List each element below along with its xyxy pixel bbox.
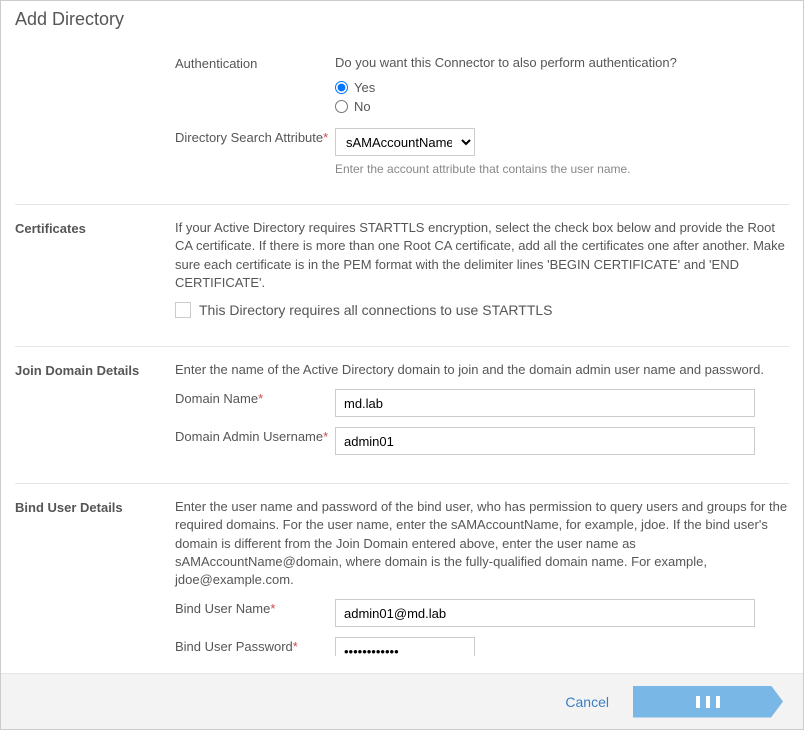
join-domain-heading: Join Domain Details <box>15 361 175 378</box>
domain-admin-username-input[interactable] <box>335 427 755 455</box>
bind-user-password-label: Bind User Password* <box>175 637 335 654</box>
domain-admin-username-label: Domain Admin Username* <box>175 427 335 444</box>
loading-stripe-icon <box>696 696 700 708</box>
auth-radio-yes-input[interactable] <box>335 81 348 94</box>
bind-user-name-label: Bind User Name* <box>175 599 335 616</box>
auth-radio-no-label: No <box>354 99 371 114</box>
form-scroll-area[interactable]: Authentication Do you want this Connecto… <box>1 40 803 656</box>
domain-name-label: Domain Name* <box>175 389 335 406</box>
starttls-checkbox[interactable] <box>175 302 191 318</box>
auth-radio-yes-label: Yes <box>354 80 375 95</box>
domain-name-input[interactable] <box>335 389 755 417</box>
auth-radio-no[interactable]: No <box>335 99 789 114</box>
dialog-footer: Cancel <box>1 673 803 729</box>
authentication-label: Authentication <box>175 54 335 71</box>
bind-user-heading: Bind User Details <box>15 498 175 515</box>
starttls-checkbox-label: This Directory requires all connections … <box>199 302 553 318</box>
join-domain-description: Enter the name of the Active Directory d… <box>175 361 789 379</box>
search-attribute-help: Enter the account attribute that contain… <box>335 162 789 176</box>
bind-user-password-input[interactable] <box>335 637 475 656</box>
section-authentication: Authentication Do you want this Connecto… <box>15 40 789 204</box>
auth-radio-no-input[interactable] <box>335 100 348 113</box>
authentication-radio-group: Yes No <box>335 80 789 114</box>
section-certificates: Certificates If your Active Directory re… <box>15 204 789 346</box>
loading-stripe-icon <box>716 696 720 708</box>
certificates-heading: Certificates <box>15 219 175 236</box>
next-button[interactable] <box>633 686 783 718</box>
section-join-domain: Join Domain Details Enter the name of th… <box>15 346 789 483</box>
authentication-question: Do you want this Connector to also perfo… <box>335 55 677 70</box>
search-attribute-select[interactable]: sAMAccountName <box>335 128 475 156</box>
cancel-button[interactable]: Cancel <box>551 686 623 718</box>
bind-user-description: Enter the user name and password of the … <box>175 498 789 589</box>
bind-user-name-input[interactable] <box>335 599 755 627</box>
search-attribute-label: Directory Search Attribute* <box>175 128 335 145</box>
loading-stripe-icon <box>706 696 710 708</box>
auth-radio-yes[interactable]: Yes <box>335 80 789 95</box>
section-bind-user: Bind User Details Enter the user name an… <box>15 483 789 656</box>
dialog-title: Add Directory <box>1 1 803 40</box>
certificates-description: If your Active Directory requires STARTT… <box>175 219 789 292</box>
